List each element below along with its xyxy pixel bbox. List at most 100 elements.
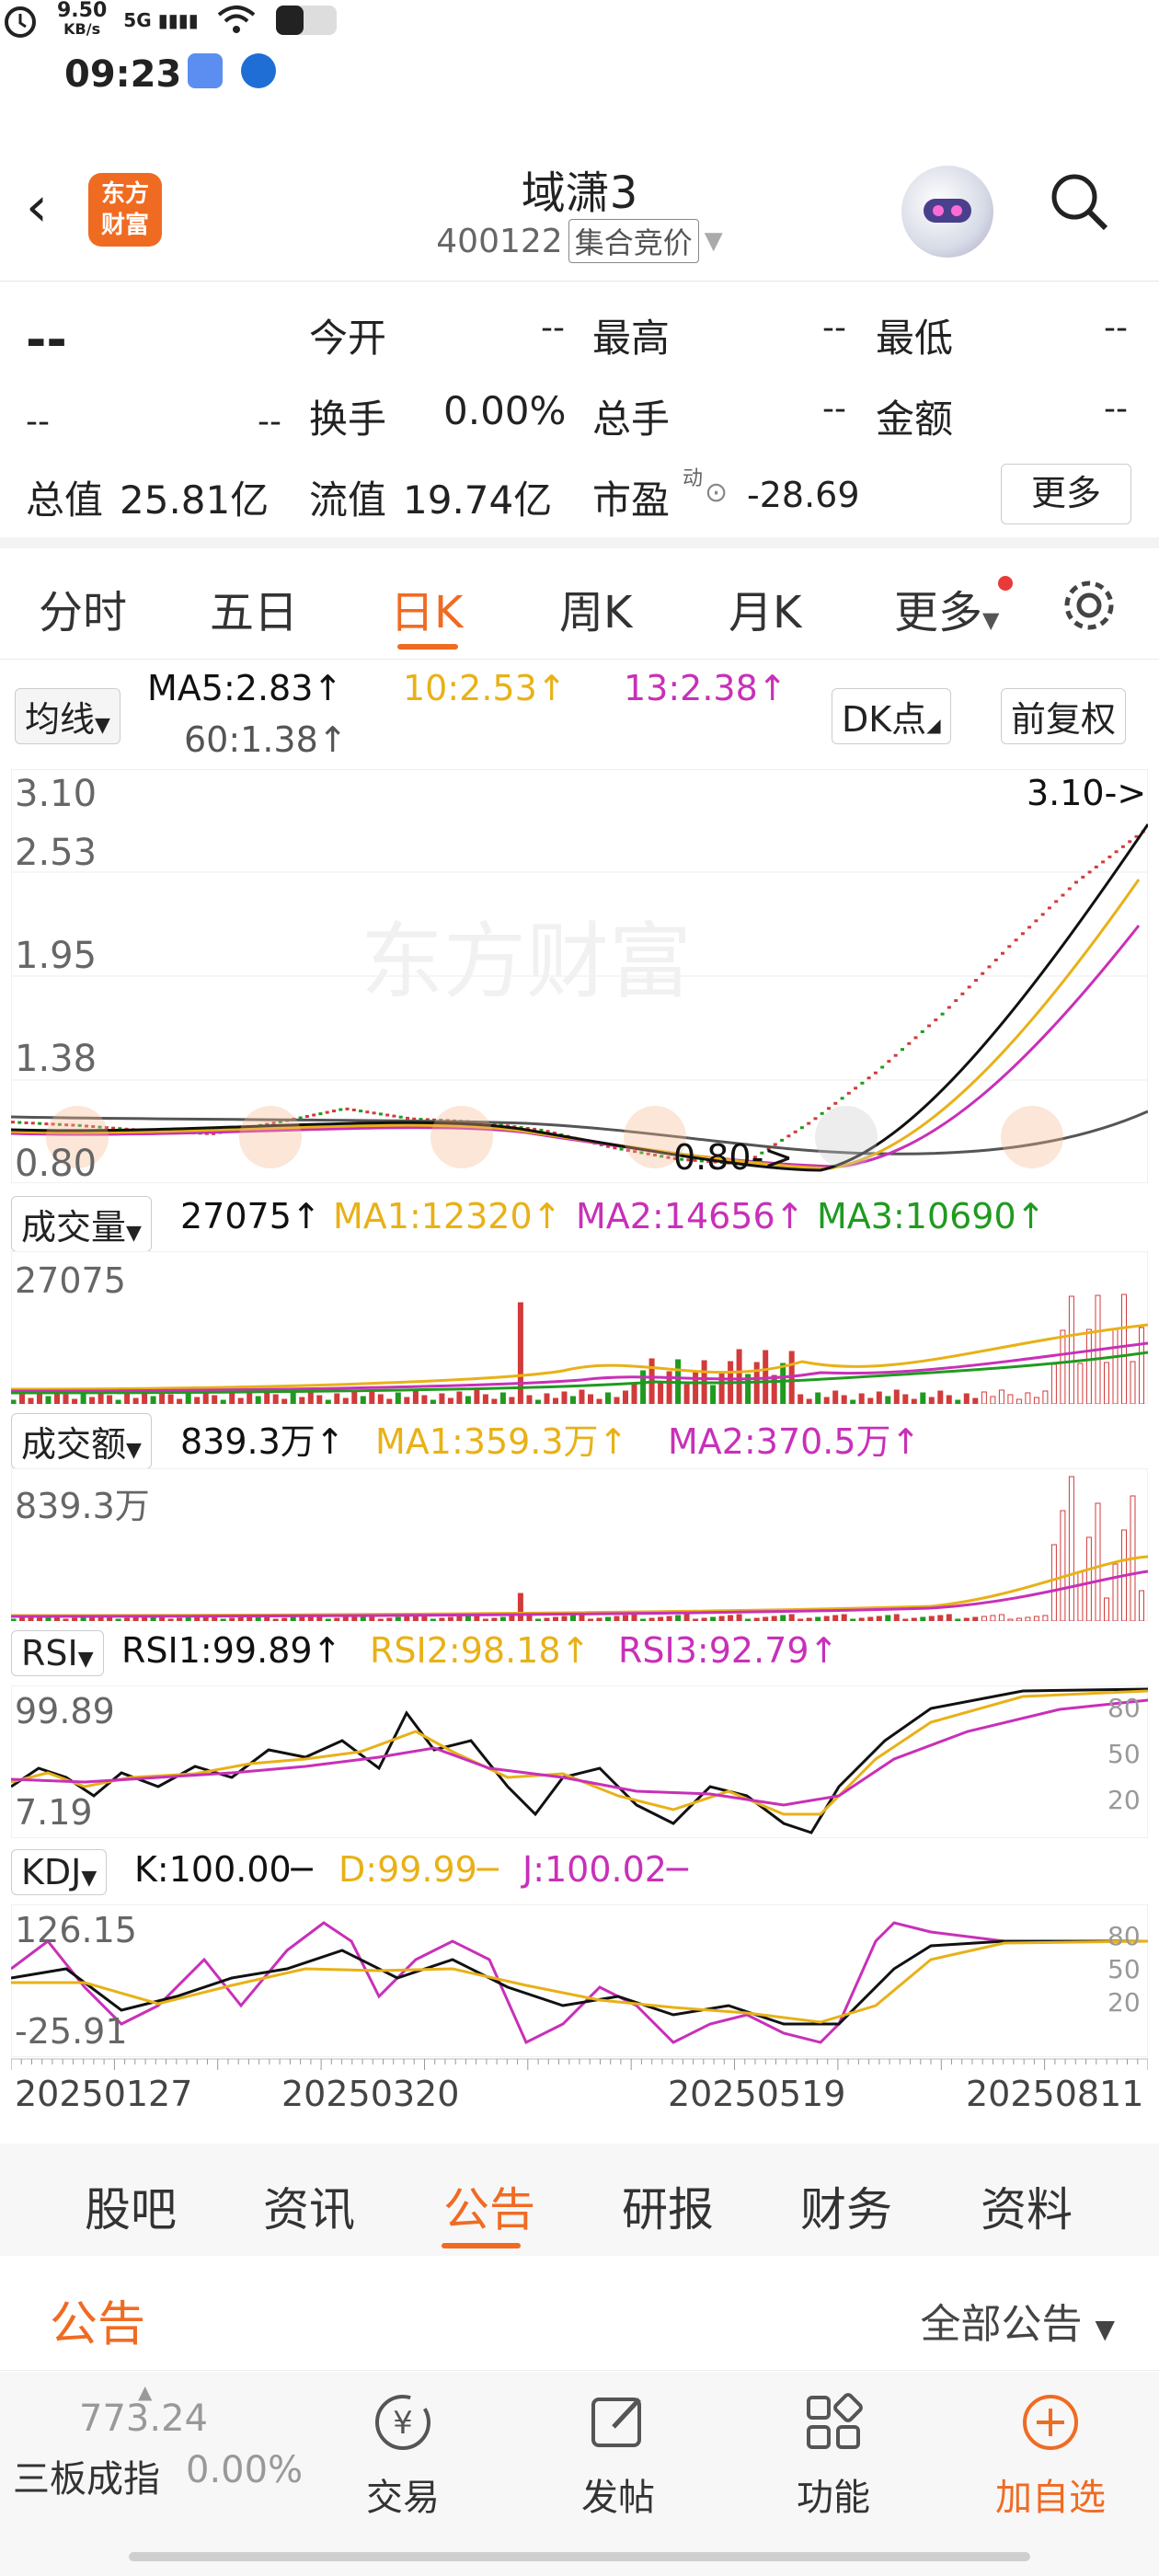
volume-bar	[745, 1618, 752, 1621]
net-speed: 9.50 KB/s	[57, 0, 108, 39]
candle	[920, 1029, 924, 1033]
volume-bar	[972, 1397, 979, 1404]
notice-filter[interactable]: 全部公告 ▼	[920, 2291, 1115, 2350]
volume-bar	[823, 1616, 830, 1621]
rsi-level-20: 20	[1107, 1785, 1141, 1815]
candlestick-chart[interactable]: 东方财富	[11, 769, 1148, 1183]
candle	[1094, 865, 1098, 868]
volume-bar	[841, 1614, 847, 1621]
ma-selector[interactable]: 均线▼	[15, 688, 120, 744]
add-watchlist-button[interactable]: 加自选	[968, 2390, 1133, 2521]
volume-axis-top: 27075	[15, 1260, 126, 1301]
candle	[392, 1114, 396, 1118]
volume-bar	[815, 1616, 821, 1621]
candle	[820, 1111, 824, 1115]
volume-bar	[395, 1392, 401, 1404]
volume-bar	[710, 1616, 717, 1621]
candle	[1067, 887, 1072, 891]
tab-announcements[interactable]: 公告	[443, 2173, 535, 2239]
notice-title: 公告	[50, 2297, 146, 2352]
candle	[1040, 913, 1045, 916]
volume-bar	[605, 1392, 611, 1404]
candle	[799, 1126, 804, 1130]
index-name[interactable]: 三板成指	[13, 2449, 160, 2502]
candle	[1128, 840, 1132, 844]
tab-profile[interactable]: 资料	[981, 2173, 1073, 2239]
zoom-out-icon[interactable]	[239, 1106, 302, 1168]
more-quote-button[interactable]: 更多	[1001, 464, 1131, 524]
tab-research[interactable]: 研报	[622, 2173, 714, 2239]
amount-selector[interactable]: 成交额▼	[11, 1413, 152, 1469]
volume-bar	[307, 1390, 314, 1404]
volume-bar	[220, 1618, 226, 1621]
volume-bar	[334, 1393, 340, 1404]
tab-intraday[interactable]: 分时	[39, 576, 127, 640]
wifi-icon	[217, 6, 255, 33]
gear-icon[interactable]	[1060, 576, 1119, 635]
fullscreen-icon[interactable]	[1001, 1106, 1063, 1168]
candle	[312, 1113, 316, 1117]
tab-news[interactable]: 资讯	[263, 2173, 355, 2239]
volume-bar	[885, 1396, 891, 1404]
candle	[854, 1087, 858, 1090]
volume-bar	[710, 1385, 717, 1404]
assistant-avatar[interactable]	[901, 166, 993, 258]
volume-bar	[823, 1397, 830, 1404]
volume-bar	[579, 1389, 585, 1404]
index-change: 0.00%	[186, 2449, 304, 2491]
post-button[interactable]: 发帖	[535, 2390, 701, 2521]
tab-finance[interactable]: 财务	[800, 2173, 892, 2239]
volume-bar	[360, 1396, 366, 1404]
candle	[974, 979, 978, 983]
kdj-selector[interactable]: KDJ▼	[11, 1849, 108, 1895]
tab-forum[interactable]: 股吧	[85, 2173, 177, 2239]
kdj-k-value: K:100.00─	[134, 1849, 313, 1890]
volume-bar	[247, 1391, 253, 1404]
scroll-forward-icon[interactable]	[815, 1106, 878, 1168]
volume-bar	[928, 1397, 935, 1404]
adjust-button[interactable]: 前复权	[1001, 688, 1127, 744]
candle	[1120, 845, 1125, 848]
volume-bar	[11, 1399, 17, 1404]
index-value[interactable]: 773.24	[79, 2398, 208, 2440]
candle	[398, 1115, 403, 1119]
volume-bar	[124, 1617, 131, 1621]
volume-bar	[850, 1399, 856, 1404]
notice-bar: 公告 全部公告 ▼	[0, 2256, 1159, 2371]
search-icon[interactable]	[1049, 171, 1109, 232]
home-indicator[interactable]	[129, 2552, 1030, 2561]
tab-monthly-k[interactable]: 月K	[729, 576, 801, 640]
quote-panel: -- -- -- 今开 -- 最高 -- 最低 -- 换手 0.00% 总手 -…	[0, 282, 1159, 548]
volume-bar	[447, 1397, 453, 1404]
mktcap-value: 25.81亿	[120, 477, 270, 523]
volume-bar	[683, 1614, 690, 1621]
tab-more[interactable]: 更多▼	[894, 576, 999, 640]
volume-bar	[80, 1392, 86, 1404]
candle	[887, 1060, 891, 1064]
tab-daily-k[interactable]: 日K	[390, 576, 463, 640]
zoom-in-icon[interactable]	[430, 1106, 493, 1168]
price-change-pct: --	[258, 403, 281, 441]
tab-five-day[interactable]: 五日	[210, 576, 298, 640]
candle	[840, 1097, 844, 1100]
dropdown-icon: ▼	[704, 227, 723, 255]
dk-point-button[interactable]: DK点◢	[832, 688, 951, 744]
volume-bar	[499, 1392, 506, 1404]
status-indicators: 9.50 KB/s 5G ▮▮▮▮	[0, 0, 1159, 40]
rsi-selector[interactable]: RSI▼	[11, 1630, 104, 1676]
volume-bar	[658, 1616, 664, 1621]
volume-selector[interactable]: 成交量▼	[11, 1196, 152, 1252]
kline-chart-area[interactable]: 均线▼ MA5:2.83↑ 10:2.53↑ 13:2.38↑ 60:1.38↑…	[0, 659, 1159, 2140]
functions-button[interactable]: 功能	[751, 2390, 916, 2521]
tab-weekly-k[interactable]: 周K	[559, 576, 632, 640]
trade-button[interactable]: ¥ 交易	[320, 2390, 486, 2521]
volume-value: 27075↑	[180, 1196, 321, 1236]
volume-bar	[499, 1616, 506, 1621]
volume-bar	[605, 1616, 611, 1621]
rsi-chart	[11, 1685, 1148, 1838]
volume-bar	[614, 1616, 620, 1621]
info-icon[interactable]: ⊙	[705, 477, 728, 509]
float-label: 流值	[309, 477, 387, 523]
volume-bar	[553, 1397, 558, 1404]
pe-label: 市盈	[592, 477, 671, 523]
